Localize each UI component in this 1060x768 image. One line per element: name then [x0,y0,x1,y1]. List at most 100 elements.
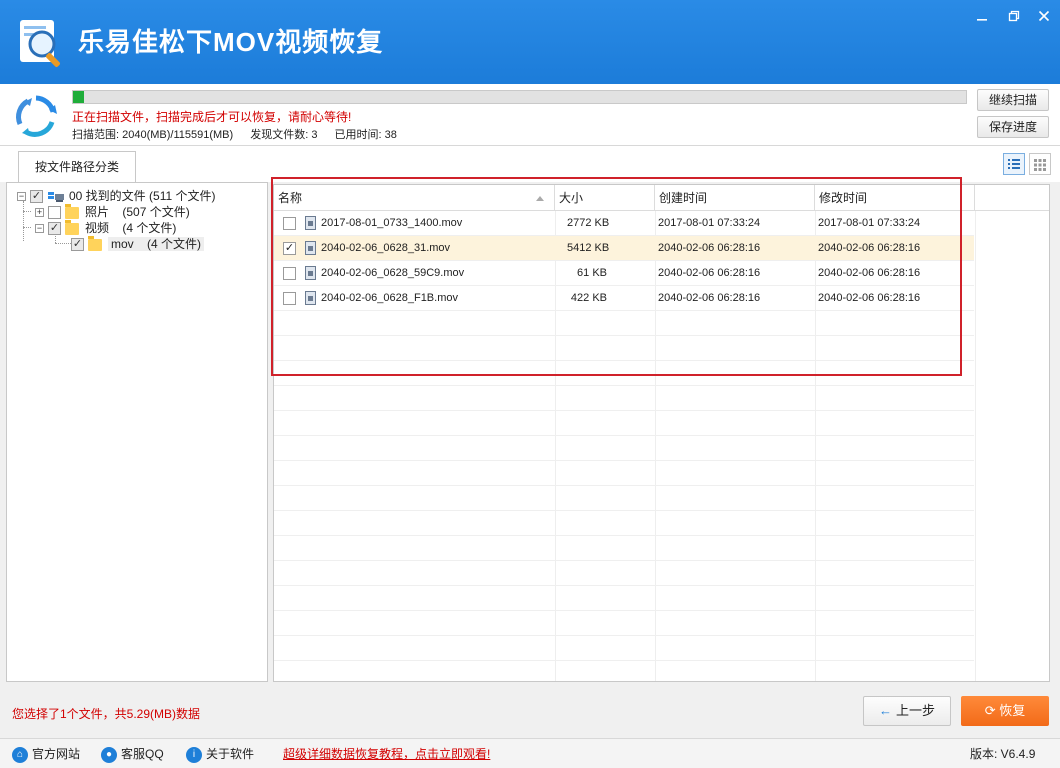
arrow-left-icon: ← [878,703,892,718]
empty-row [274,311,974,336]
collapse-icon[interactable]: − [35,224,44,234]
grid-view-icon[interactable] [1029,153,1051,175]
table-header: 名称 大小 创建时间 修改时间 [274,185,1049,211]
tree-checkbox[interactable]: ✓ [48,222,61,236]
folder-icon [65,219,79,235]
file-name: 2040-02-06_0628_31.mov [321,242,451,254]
recycle-scan-icon [16,95,57,137]
close-icon[interactable] [1030,6,1058,28]
tree-root-count: (511 个文件) [149,189,216,203]
previous-step-button[interactable]: ← 上一步 [863,696,951,726]
minimize-icon[interactable] [968,6,996,28]
tree-item-label: mov [111,237,134,251]
footer-bar: ⌂ 官方网站 ● 客服QQ i 关于软件 超级详细数据恢复教程，点击立即观看! 版本:… [0,738,1060,768]
empty-row [274,611,974,636]
tree-root-found-files[interactable]: − ✓ 00 找到的文件 (511 个文件) [17,188,216,204]
folder-icon [65,203,79,219]
scan-range-text: 扫描范围: 2040(MB)/115591(MB) [72,129,234,141]
scan-panel: 正在扫描文件，扫描完成后才可以恢复，请耐心等待! 扫描范围: 2040(MB)/… [0,84,1060,146]
tree-checkbox[interactable] [48,206,61,220]
tree-checkbox[interactable]: ✓ [71,238,84,252]
file-modified: 2017-08-01 07:33:24 [818,217,921,229]
folder-tree-panel: − ✓ 00 找到的文件 (511 个文件) + 照片 (507 个文件) − ✓ 视频 … [6,182,268,682]
tree-item-label: 视频 [85,221,110,235]
recover-button[interactable]: ⟳ 恢复 [961,696,1049,726]
tab-strip: 按文件路径分类 [0,146,1060,182]
continue-scan-button[interactable]: 继续扫描 [977,89,1049,111]
tree-item-count: (4 个文件) [147,237,202,251]
empty-row [274,511,974,536]
column-header-name[interactable]: 名称 [274,185,555,211]
recover-icon: ⟳ [984,703,996,718]
collapse-icon[interactable]: − [17,192,26,202]
row-checkbox[interactable] [283,292,296,305]
empty-row [274,336,974,361]
empty-row [274,636,974,661]
tree-item-count: (507 个文件) [122,205,190,219]
qq-icon: ● [101,746,117,763]
file-name: 2017-08-01_0733_1400.mov [321,217,463,229]
file-modified: 2040-02-06 06:28:16 [818,267,921,279]
tree-checkbox[interactable]: ✓ [30,190,43,204]
empty-row [274,411,974,436]
support-qq-link[interactable]: ● 客服QQ [101,745,164,763]
row-checkbox[interactable] [283,217,296,230]
scan-progress-fill [73,91,84,103]
restore-icon[interactable] [1000,6,1028,28]
empty-row [274,561,974,586]
tree-item-videos[interactable]: − ✓ 视频 (4 个文件) [35,219,177,236]
list-view-icon[interactable] [1003,153,1025,175]
empty-row [274,461,974,486]
empty-row [274,436,974,461]
table-row[interactable]: ✓ 2040-02-06_0628_31.mov 5412 KB 2040-02… [274,236,974,261]
file-name: 2040-02-06_0628_F1B.mov [321,292,458,304]
tab-by-file-path[interactable]: 按文件路径分类 [18,151,136,182]
file-created: 2040-02-06 06:28:16 [658,242,761,254]
empty-row [274,386,974,411]
table-row[interactable]: 2040-02-06_0628_59C9.mov 61 KB 2040-02-0… [274,261,974,286]
about-software-link[interactable]: i 关于软件 [186,745,254,763]
empty-row [274,536,974,561]
file-created: 2017-08-01 07:33:24 [658,217,761,229]
tutorial-promo-link[interactable]: 超级详细数据恢复教程，点击立即观看! [283,745,490,763]
file-modified: 2040-02-06 06:28:16 [818,292,921,304]
magnifier-logo-icon [20,20,60,67]
file-list-panel: 名称 大小 创建时间 修改时间 2017-08-01_0733_1400.mov… [273,184,1050,682]
column-header-modified[interactable]: 修改时间 [815,185,975,211]
empty-row [274,361,974,386]
tree-item-count: (4 个文件) [122,221,177,235]
expand-icon[interactable]: + [35,208,44,218]
home-icon: ⌂ [12,746,28,763]
file-size: 61 KB [577,267,607,279]
elapsed-time-text: 已用时间: 38 [334,129,397,141]
found-files-text: 发现文件数: 3 [250,129,318,141]
tree-item-label: 照片 [85,205,110,219]
file-created: 2040-02-06 06:28:16 [658,292,761,304]
video-file-icon [305,241,316,255]
sort-ascending-icon [536,196,544,201]
drive-icon [47,191,65,203]
info-icon: i [186,746,202,763]
column-header-size[interactable]: 大小 [555,185,655,211]
row-checkbox[interactable]: ✓ [283,242,296,255]
app-title: 乐易佳松下MOV视频恢复 [78,27,384,57]
column-header-created[interactable]: 创建时间 [655,185,815,211]
empty-row [274,486,974,511]
tree-item-mov[interactable]: ✓ mov (4 个文件) [71,235,205,252]
folder-icon [88,235,102,251]
file-name: 2040-02-06_0628_59C9.mov [321,267,465,279]
table-row[interactable]: 2017-08-01_0733_1400.mov 2772 KB 2017-08… [274,211,974,236]
row-checkbox[interactable] [283,267,296,280]
save-progress-button[interactable]: 保存进度 [977,116,1049,138]
tree-item-photos[interactable]: + 照片 (507 个文件) [35,203,190,220]
video-file-icon [305,216,316,230]
file-size: 2772 KB [567,217,610,229]
file-created: 2040-02-06 06:28:16 [658,267,761,279]
file-modified: 2040-02-06 06:28:16 [818,242,921,254]
file-size: 5412 KB [567,242,610,254]
official-website-link[interactable]: ⌂ 官方网站 [12,745,80,763]
scan-status-text: 正在扫描文件，扫描完成后才可以恢复，请耐心等待! [72,110,352,124]
table-row[interactable]: 2040-02-06_0628_F1B.mov 422 KB 2040-02-0… [274,286,974,311]
version-label: 版本: V6.4.9 [970,747,1036,761]
empty-row [274,586,974,611]
